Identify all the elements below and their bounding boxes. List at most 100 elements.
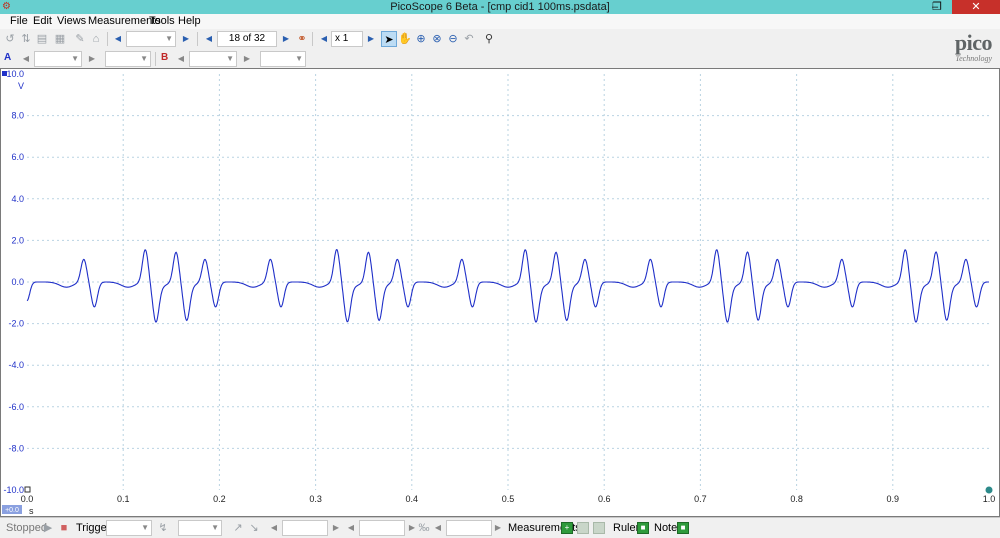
pico-technology-logo: pico Technology [918,30,996,66]
ruler-handle-right[interactable] [985,486,993,494]
channel-a-axis-marker[interactable] [2,71,7,76]
undo-zoom-icon[interactable]: ↶ [461,31,477,47]
x-tick-label: 0.1 [117,494,130,504]
x-tick-label: 0.5 [502,494,515,504]
pointer-tool-icon[interactable]: ➤ [381,31,397,47]
y-tick-label: 10.0 [6,69,24,79]
channel-a-label[interactable]: A [4,52,11,63]
chevron-down-icon: ▼ [226,54,234,63]
scope-view[interactable]: 0.0 0.1 0.2 0.3 0.4 0.5 0.6 0.7 0.8 0.9 1.0 10.0 8.0… [0,68,1000,517]
menu-tools[interactable]: Tools [149,15,175,28]
title-bar: ⚙ PicoScope 6 Beta - [cmp cid1 100ms.psd… [0,0,1000,14]
menu-edit[interactable]: Edit [33,15,52,28]
pretrigger-percent-icon[interactable]: ‰ [416,520,432,536]
y-tick-label: -6.0 [8,402,24,412]
advanced-trigger-icon[interactable]: ↯ [155,520,171,536]
channel-a-coupling-select[interactable]: ▼ [105,51,151,67]
channel-b-range-next-icon[interactable]: ▶ [241,51,253,67]
stop-icon[interactable]: ■ [56,520,72,536]
timebase-prev-arrow-icon[interactable]: ◀ [112,31,124,47]
x-tick-label: 0.3 [309,494,322,504]
measurement-icon[interactable]: ⇅ [18,31,34,47]
x-tick-label: 0.0 [21,494,34,504]
zoom-next-arrow-icon[interactable]: ▶ [365,31,377,47]
y-tick-label: 0.0 [11,277,24,287]
channel-toolbar: A ◀ ▼ ▶ ▼ B ◀ ▼ ▶ ▼ [0,49,1000,68]
threshold-next-icon[interactable]: ▶ [330,520,342,536]
zoom-out-icon[interactable]: ⊖ [445,31,461,47]
zoom-area-icon[interactable]: ⊗ [429,31,445,47]
channel-b-range-prev-icon[interactable]: ◀ [175,51,187,67]
trigger-channel-select[interactable]: ▼ [178,520,222,536]
zoom-fit-icon[interactable]: ⚲ [481,31,497,47]
ruler-handle-left[interactable] [24,486,31,493]
x-unit-label: s [29,506,34,516]
toolbar-separator [155,52,156,66]
close-button[interactable]: ✕ [952,0,1000,14]
restore-button[interactable]: ❐ [924,0,950,14]
y-tick-label: 8.0 [11,111,24,121]
delay-field[interactable] [446,520,492,536]
y-tick-label: -8.0 [8,443,24,453]
zoom-prev-arrow-icon[interactable]: ◀ [318,31,330,47]
zoom-field[interactable]: x 1 [331,31,363,47]
chevron-down-icon: ▼ [211,523,219,532]
main-toolbar: ↺ ⇅ ▤ ▦ ✎ ⌂ ◀ ▼ ▶ ◀ 18 of 32 ▶ ⚭ ◀ x 1 ▶… [0,29,1000,49]
buffer-position-field[interactable]: 18 of 32 [217,31,277,47]
buffer-navigator-icon[interactable]: ⚭ [294,31,310,47]
y-tick-label: 6.0 [11,152,24,162]
buffer-prev-arrow-icon[interactable]: ◀ [203,31,215,47]
chevron-down-icon: ▼ [295,54,303,63]
channel-b-range-select[interactable]: ▼ [189,51,237,67]
ruler-settings-icon[interactable]: ■ [637,522,649,534]
zoom-in-icon[interactable]: ⊕ [413,31,429,47]
add-measurement-icon[interactable]: + [561,522,573,534]
channel-b-coupling-select[interactable]: ▼ [260,51,306,67]
pretrigger-prev-icon[interactable]: ◀ [345,520,357,536]
home-icon[interactable]: ⌂ [88,31,104,47]
delay-prev-icon[interactable]: ◀ [432,520,444,536]
buffer-next-arrow-icon[interactable]: ▶ [280,31,292,47]
spectrum-icon[interactable]: ▤ [34,31,50,47]
probe-icon[interactable]: ✎ [72,31,88,47]
y-tick-label: -10.0 [3,485,24,495]
x-tick-label: 0.4 [406,494,419,504]
hand-tool-icon[interactable]: ✋ [397,31,413,47]
logo-word: pico [954,30,993,55]
x-tick-label: 0.2 [213,494,226,504]
threshold-field[interactable] [282,520,328,536]
channel-a-range-select[interactable]: ▼ [34,51,82,67]
start-icon[interactable]: ▶ [40,520,56,536]
channel-options-icon[interactable]: ↺ [2,31,18,47]
rising-edge-icon[interactable]: ↗ [230,520,246,536]
delete-measurement-icon[interactable] [593,522,605,534]
menu-file[interactable]: File [10,15,28,28]
channel-a-range-next-icon[interactable]: ▶ [86,51,98,67]
timebase-select[interactable]: ▼ [126,31,176,47]
timebase-next-arrow-icon[interactable]: ▶ [180,31,192,47]
edit-measurement-icon[interactable] [577,522,589,534]
menu-views[interactable]: Views [57,15,86,28]
menu-bar: File Edit Views Measurements Tools Help [0,14,1000,29]
delay-next-icon[interactable]: ▶ [492,520,504,536]
trigger-mode-select[interactable]: ▼ [106,520,152,536]
x-offset-badge[interactable]: +0.0 [5,507,19,514]
y-tick-label: -2.0 [8,319,24,329]
chevron-down-icon: ▼ [140,54,148,63]
pretrigger-field[interactable] [359,520,405,536]
notes-icon[interactable]: ■ [677,522,689,534]
x-tick-label: 0.7 [694,494,707,504]
toolbar-separator [312,32,313,46]
menu-help[interactable]: Help [178,15,201,28]
threshold-prev-icon[interactable]: ◀ [268,520,280,536]
falling-edge-icon[interactable]: ↘ [246,520,262,536]
channel-a-range-prev-icon[interactable]: ◀ [20,51,32,67]
channel-b-label[interactable]: B [161,52,168,63]
y-tick-label: 2.0 [11,235,24,245]
persistence-icon[interactable]: ▦ [52,31,68,47]
chevron-down-icon: ▼ [141,523,149,532]
scope-plot[interactable]: 0.0 0.1 0.2 0.3 0.4 0.5 0.6 0.7 0.8 0.9 1.0 10.0 8.0… [1,69,999,516]
x-tick-label: 0.9 [887,494,900,504]
status-bar: Stopped ▶ ■ Trigger ▼ ↯ ▼ ↗ ↘ ◀ ▶ ◀ ▶ ‰ … [0,517,1000,538]
chevron-down-icon: ▼ [71,54,79,63]
